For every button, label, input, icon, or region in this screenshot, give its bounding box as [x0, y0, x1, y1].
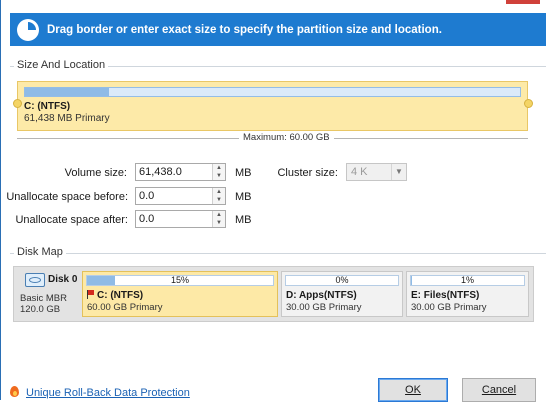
unallocate-after-stepper[interactable]: ▲ ▼ — [212, 211, 225, 227]
partition-resize-block[interactable]: C: (NTFS) 61,438 MB Primary — [17, 81, 528, 131]
flag-icon — [87, 290, 94, 299]
close-button[interactable] — [506, 0, 540, 4]
cluster-size-label: Cluster size: — [277, 167, 338, 179]
disk-type: Basic MBR — [20, 293, 67, 304]
partition-usage-bar — [24, 87, 521, 97]
partition-name: E: Files(NTFS) — [411, 290, 480, 301]
spin-up-icon[interactable]: ▲ — [213, 188, 225, 196]
unallocate-before-input[interactable]: 0.0 ▲ ▼ — [135, 187, 226, 205]
spin-down-icon[interactable]: ▼ — [213, 172, 225, 180]
cancel-button[interactable]: Cancel — [462, 378, 536, 402]
unallocate-after-label: Unallocate space after: — [15, 214, 128, 226]
volume-size-label: Volume size: — [64, 167, 127, 179]
group-divider — [10, 253, 546, 254]
disk-partition-e[interactable]: 1% E: Files(NTFS) 30.00 GB Primary — [406, 271, 529, 317]
partition-usage-fill — [25, 88, 110, 96]
spin-up-icon[interactable]: ▲ — [213, 211, 225, 219]
unallocate-after-unit: MB — [235, 214, 252, 226]
partition-usage-percent: 15% — [170, 275, 189, 285]
maximum-label: Maximum: 60.00 GB — [239, 132, 334, 143]
partition-usage-percent: 1% — [460, 275, 474, 285]
partition-info: 30.00 GB Primary — [411, 302, 487, 313]
window-border — [0, 0, 1, 400]
cluster-size-select[interactable]: 4 K ▼ — [346, 163, 407, 181]
volume-size-unit: MB — [235, 167, 252, 179]
right-resize-handle[interactable] — [524, 99, 533, 108]
unallocate-before-unit: MB — [235, 191, 252, 203]
rollback-protection-link[interactable]: Unique Roll-Back Data Protection — [26, 387, 190, 399]
partition-name: C: (NTFS) — [97, 290, 144, 301]
disk-map: Disk 0 Basic MBR 120.0 GB 15% C: (NTFS) … — [13, 266, 534, 322]
partition-name: D: Apps(NTFS) — [286, 290, 357, 301]
pie-chart-icon — [17, 18, 39, 41]
spin-up-icon[interactable]: ▲ — [213, 164, 225, 172]
unallocate-before-label: Unallocate space before: — [6, 191, 128, 203]
volume-size-stepper[interactable]: ▲ ▼ — [212, 164, 225, 180]
flame-icon — [10, 386, 19, 397]
partition-name: C: (NTFS) — [24, 101, 71, 112]
unallocate-after-input[interactable]: 0.0 ▲ ▼ — [135, 210, 226, 228]
partition-info: 30.00 GB Primary — [286, 302, 362, 313]
disk-name: Disk 0 — [48, 274, 78, 285]
disk-partition-d[interactable]: 0% D: Apps(NTFS) 30.00 GB Primary — [281, 271, 403, 317]
unallocate-before-stepper[interactable]: ▲ ▼ — [212, 188, 225, 204]
ok-button[interactable]: OK — [378, 378, 448, 402]
partition-usage-bar: 0% — [285, 275, 399, 286]
maximum-indicator: Maximum: 60.00 GB — [17, 132, 528, 144]
left-resize-handle[interactable] — [13, 99, 22, 108]
volume-size-input[interactable]: 61,438.0 ▲ ▼ — [135, 163, 226, 181]
partition-info: 60.00 GB Primary — [87, 302, 163, 313]
instruction-banner: Drag border or enter exact size to speci… — [10, 13, 546, 46]
spin-down-icon[interactable]: ▼ — [213, 196, 225, 204]
disk-partition-c[interactable]: 15% C: (NTFS) 60.00 GB Primary — [82, 271, 278, 317]
partition-usage-bar: 15% — [86, 275, 274, 286]
partition-info: 61,438 MB Primary — [24, 113, 110, 124]
disk-size: 120.0 GB — [20, 304, 61, 315]
spin-down-icon[interactable]: ▼ — [213, 219, 225, 227]
partition-usage-percent: 0% — [335, 275, 349, 285]
partition-usage-bar: 1% — [410, 275, 525, 286]
chevron-down-icon[interactable]: ▼ — [391, 164, 406, 180]
hard-disk-icon — [25, 273, 45, 287]
disk-map-group-label: Disk Map — [14, 246, 66, 258]
instruction-text: Drag border or enter exact size to speci… — [47, 23, 442, 36]
size-location-group-label: Size And Location — [14, 59, 109, 71]
